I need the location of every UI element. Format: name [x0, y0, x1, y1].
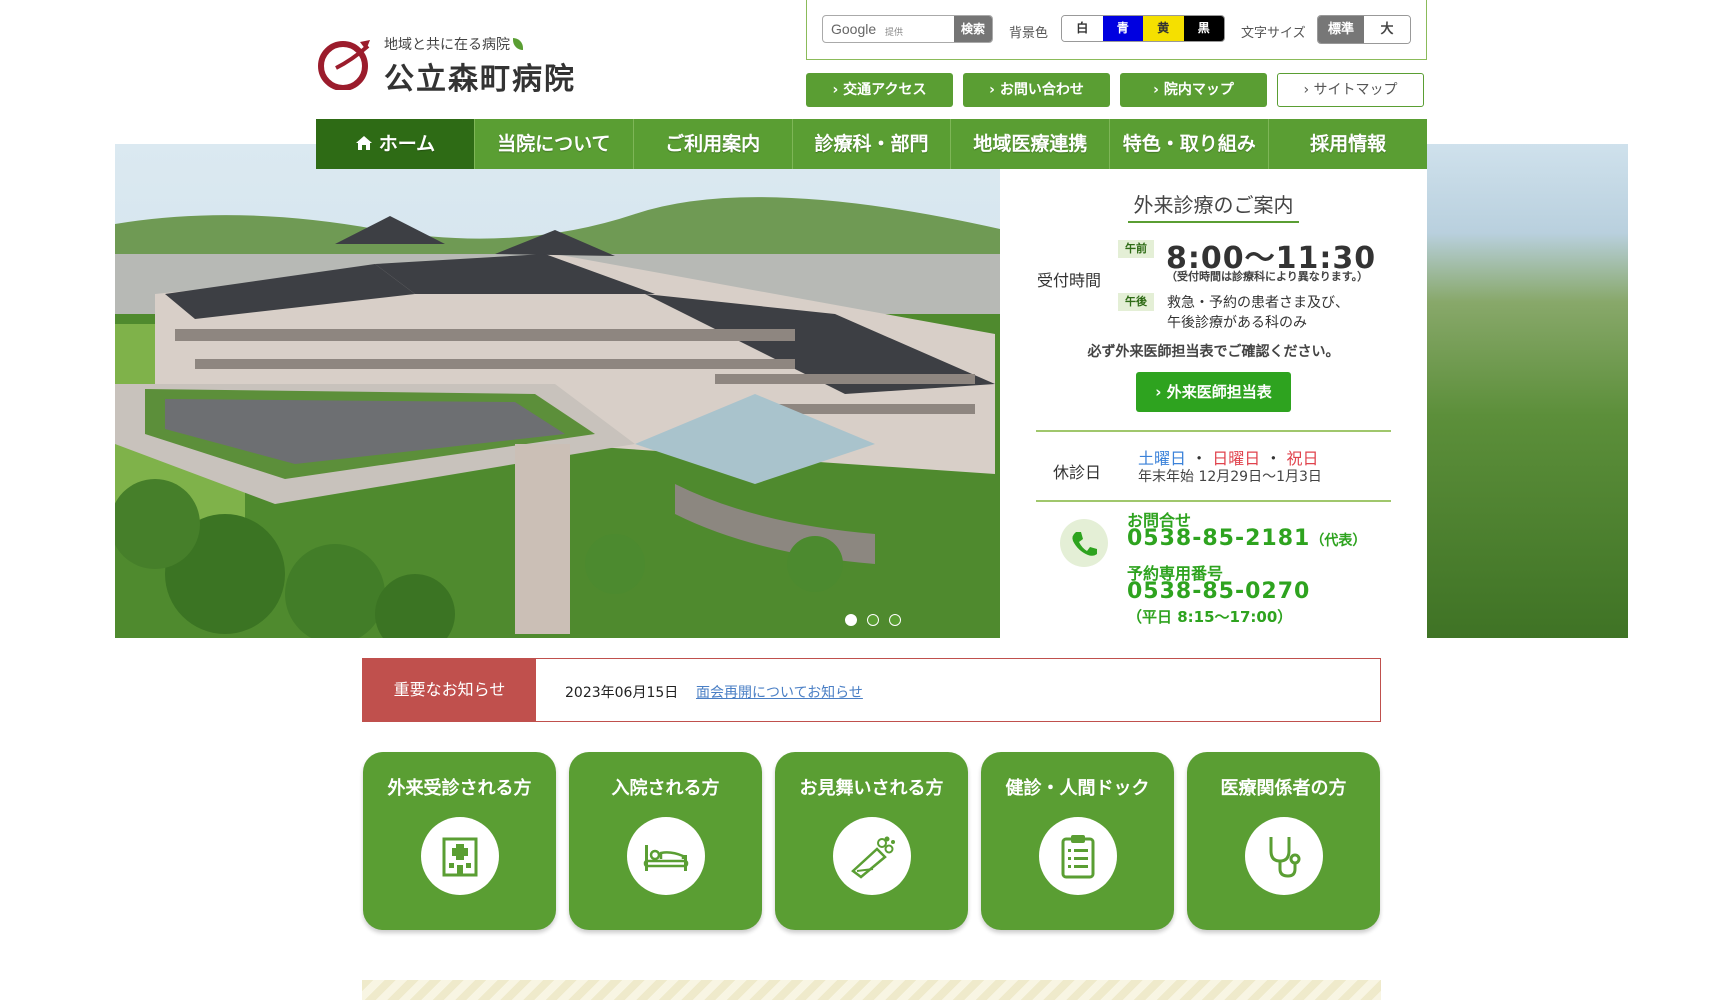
bg-black-button[interactable]: 黒	[1183, 16, 1224, 41]
nav-features[interactable]: 特色・取り組み	[1109, 119, 1268, 169]
bouquet-icon	[851, 836, 895, 879]
card-icon-circle	[1039, 817, 1117, 895]
font-large-button[interactable]: 大	[1364, 16, 1410, 43]
font-standard-button[interactable]: 標準	[1318, 16, 1364, 43]
slider-dot[interactable]	[867, 614, 879, 626]
holiday-new-year: 年末年始 12月29日〜1月3日	[1138, 469, 1322, 485]
contact-button[interactable]: › お問い合わせ	[963, 73, 1110, 107]
google-search[interactable]: Google 提供 検索	[822, 15, 993, 43]
bed-icon	[643, 845, 689, 871]
home-icon	[355, 136, 372, 150]
card-icon-circle	[627, 817, 705, 895]
google-sub-label: 提供	[885, 28, 904, 38]
card-label: 健診・人間ドック	[1005, 778, 1150, 799]
bg-color-switcher: 白 青 黄 黒	[1061, 15, 1225, 42]
logo-name: 公立森町病院	[384, 62, 576, 97]
utility-panel: Google 提供 検索 背景色 白 青 黄 黒 文字サイズ 標準 大	[806, 0, 1427, 60]
phone-icon	[1060, 519, 1108, 567]
bg-yellow-button[interactable]: 黄	[1143, 16, 1184, 41]
tel-reservation[interactable]: 0538-85-0270	[1127, 579, 1310, 604]
reservation-hours: （平日 8:15〜17:00）	[1127, 608, 1293, 626]
nav-home[interactable]: ホーム	[316, 119, 474, 169]
slider-dot[interactable]	[889, 614, 901, 626]
title-underline	[1128, 221, 1299, 223]
hero-section: 外来診療のご案内 受付時間 午前 8:00〜11:30 （受付時間は診療科により…	[115, 144, 1628, 638]
card-inpatient[interactable]: 入院される方	[569, 752, 762, 930]
outpatient-info-panel: 外来診療のご案内 受付時間 午前 8:00〜11:30 （受付時間は診療科により…	[1000, 169, 1427, 638]
hospital-icon	[442, 837, 478, 877]
global-nav: ホーム 当院について ご利用案内 診療科・部門 地域医療連携 特色・取り組み 採…	[316, 119, 1427, 169]
nav-recruit[interactable]: 採用情報	[1268, 119, 1427, 169]
card-label: 外来受診される方	[387, 778, 532, 799]
font-size-switcher: 標準 大	[1317, 15, 1411, 44]
holiday-label: 休診日	[1053, 463, 1102, 482]
bg-blue-button[interactable]: 青	[1102, 16, 1143, 41]
floor-map-button[interactable]: › 院内マップ	[1120, 73, 1267, 107]
logo-mark-icon	[318, 40, 370, 90]
card-outpatient[interactable]: 外来受診される方	[363, 752, 556, 930]
card-label: 医療関係者の方	[1220, 778, 1347, 799]
nav-departments[interactable]: 診療科・部門	[791, 119, 951, 169]
section-divider-stripes	[362, 980, 1381, 1000]
card-label: お見舞いされる方	[799, 778, 944, 799]
notice-link[interactable]: 面会再開についてお知らせ	[696, 682, 863, 702]
outpatient-title: 外来診療のご案内	[1133, 193, 1294, 217]
bg-color-label: 背景色	[1009, 26, 1049, 41]
notice-label: 重要なお知らせ	[363, 659, 536, 721]
important-notice: 重要なお知らせ 2023年06月15日 面会再開についてお知らせ	[362, 658, 1381, 722]
stethoscope-icon	[1269, 837, 1301, 878]
nav-about[interactable]: 当院について	[473, 119, 633, 169]
nav-guide[interactable]: ご利用案内	[632, 119, 792, 169]
slider-dot[interactable]	[845, 614, 857, 626]
doctor-schedule-button[interactable]: › 外来医師担当表	[1136, 372, 1291, 412]
card-medical-professional[interactable]: 医療関係者の方	[1187, 752, 1380, 930]
nav-community[interactable]: 地域医療連携	[950, 119, 1109, 169]
card-visitor[interactable]: お見舞いされる方	[775, 752, 968, 930]
card-label: 入院される方	[611, 778, 720, 799]
divider	[1036, 500, 1391, 502]
access-button[interactable]: › 交通アクセス	[806, 73, 953, 107]
sitemap-button[interactable]: › サイトマップ	[1277, 73, 1424, 107]
clipboard-icon	[1061, 835, 1095, 879]
notice-date: 2023年06月15日	[565, 685, 679, 701]
leaf-icon	[513, 38, 523, 50]
am-badge: 午前	[1118, 240, 1154, 258]
confirm-note: 必ず外来医師担当表でご確認ください。	[1087, 344, 1340, 360]
card-icon-circle	[421, 817, 499, 895]
bg-white-button[interactable]: 白	[1062, 16, 1103, 41]
reception-label: 受付時間	[1037, 271, 1102, 290]
search-button[interactable]: 検索	[954, 16, 992, 42]
divider	[1036, 430, 1391, 432]
card-checkup[interactable]: 健診・人間ドック	[981, 752, 1174, 930]
logo-tagline: 地域と共に在る病院	[384, 34, 523, 54]
slider-dots	[845, 614, 901, 626]
pm-description: 救急・予約の患者さま及び、 午後診療がある科のみ	[1167, 295, 1349, 331]
card-icon-circle	[1245, 817, 1323, 895]
card-icon-circle	[833, 817, 911, 895]
google-label: Google	[831, 21, 877, 37]
hospital-photo	[115, 144, 1000, 638]
tel-main[interactable]: 0538-85-2181（代表）	[1127, 526, 1366, 551]
pm-badge: 午後	[1118, 293, 1154, 311]
font-size-label: 文字サイズ	[1241, 26, 1306, 41]
hospital-logo[interactable]: 地域と共に在る病院 公立森町病院	[316, 34, 586, 97]
am-note: （受付時間は診療科により異なります。）	[1166, 270, 1369, 283]
